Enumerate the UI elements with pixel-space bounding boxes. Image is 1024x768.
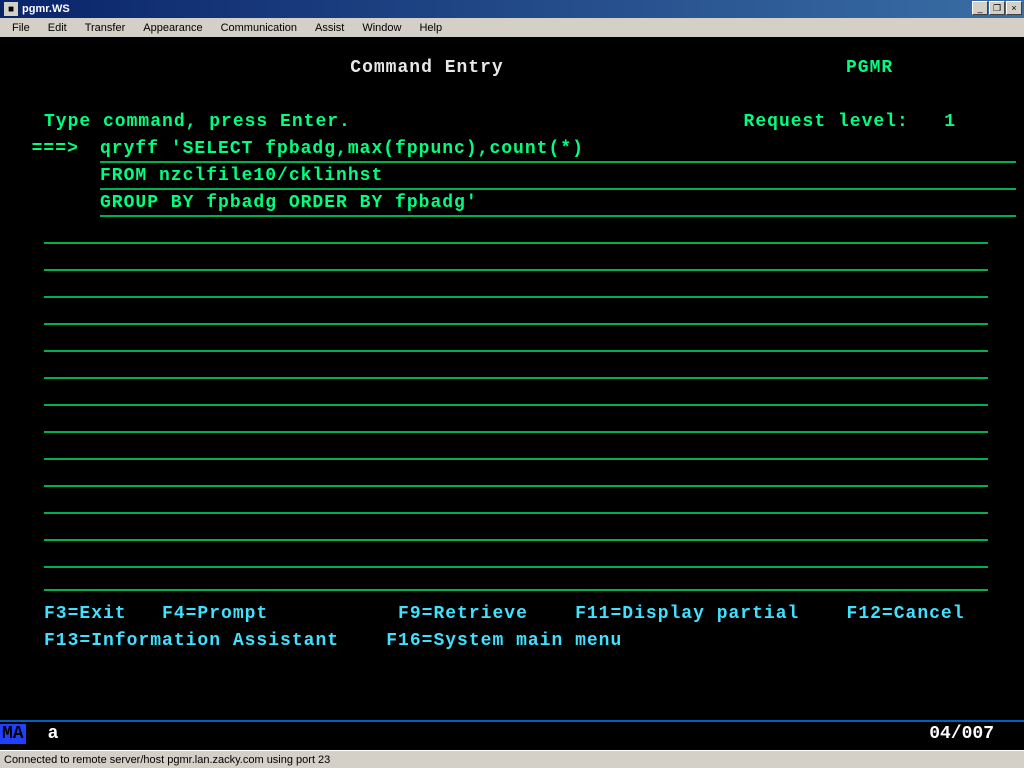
system-menu-icon[interactable]: ■ (4, 2, 18, 16)
menu-appearance[interactable]: Appearance (135, 20, 210, 36)
maximize-button[interactable]: ❐ (989, 1, 1005, 15)
connection-status: Connected to remote server/host pgmr.lan… (4, 754, 330, 766)
command-prompt: ===> (8, 136, 100, 163)
user-id: PGMR (846, 55, 1016, 82)
menu-transfer[interactable]: Transfer (77, 20, 134, 36)
command-blank-line[interactable] (44, 541, 988, 568)
command-field-1[interactable]: qryff 'SELECT fpbadg,max(fppunc),count(*… (100, 136, 1016, 163)
command-blank-line[interactable] (44, 433, 988, 460)
request-level-value: 1 (944, 112, 956, 132)
menu-communication[interactable]: Communication (213, 20, 305, 36)
separator-line (44, 576, 988, 591)
command-blank-line[interactable] (44, 325, 988, 352)
request-level-row: Request level: 1 (8, 82, 1016, 109)
command-blank-line[interactable] (44, 406, 988, 433)
menu-file[interactable]: File (4, 20, 38, 36)
terminal-screen[interactable]: Command Entry PGMR Request level: 1 Type… (0, 37, 1024, 717)
function-keys: F3=Exit F4=Prompt F9=Retrieve F11=Displa… (8, 601, 1016, 655)
command-field-2[interactable]: FROM nzclfile10/cklinhst (100, 163, 1016, 190)
menu-edit[interactable]: Edit (40, 20, 75, 36)
command-line-3[interactable]: GROUP BY fpbadg ORDER BY fpbadg' (8, 190, 1016, 217)
window-buttons: _ ❐ × (972, 1, 1022, 15)
menu-assist[interactable]: Assist (307, 20, 352, 36)
command-blank-line[interactable] (44, 379, 988, 406)
window-titlebar: ■ pgmr.WS _ ❐ × (0, 0, 1024, 18)
menu-window[interactable]: Window (354, 20, 409, 36)
close-button[interactable]: × (1006, 1, 1022, 15)
fkeys-row-2: F13=Information Assistant F16=System mai… (44, 628, 1016, 655)
command-blank-line[interactable] (44, 217, 988, 244)
menu-bar: File Edit Transfer Appearance Communicat… (0, 18, 1024, 37)
window-title: pgmr.WS (22, 3, 70, 15)
status-mode: a (48, 724, 59, 744)
command-blank-line[interactable] (44, 352, 988, 379)
command-blank-line[interactable] (44, 298, 988, 325)
cursor-position: 04/007 (929, 724, 994, 744)
command-blank-line[interactable] (44, 487, 988, 514)
command-line-2[interactable]: FROM nzclfile10/cklinhst (8, 163, 1016, 190)
command-blank-line[interactable] (44, 460, 988, 487)
menu-help[interactable]: Help (411, 20, 450, 36)
emulator-status-strip: MA a 04/007 (0, 720, 1024, 746)
command-blank-line[interactable] (44, 271, 988, 298)
command-blank-line[interactable] (44, 244, 988, 271)
minimize-button[interactable]: _ (972, 1, 988, 15)
command-blank-line[interactable] (44, 514, 988, 541)
fkeys-row-1: F3=Exit F4=Prompt F9=Retrieve F11=Displa… (44, 601, 1016, 628)
status-indicator: MA (0, 724, 26, 744)
request-level-label: Request level: (744, 112, 909, 132)
screen-title: Command Entry (8, 55, 846, 82)
command-line-1[interactable]: ===> qryff 'SELECT fpbadg,max(fppunc),co… (8, 136, 1016, 163)
command-field-3[interactable]: GROUP BY fpbadg ORDER BY fpbadg' (100, 190, 1016, 217)
app-status-bar: Connected to remote server/host pgmr.lan… (0, 750, 1024, 768)
